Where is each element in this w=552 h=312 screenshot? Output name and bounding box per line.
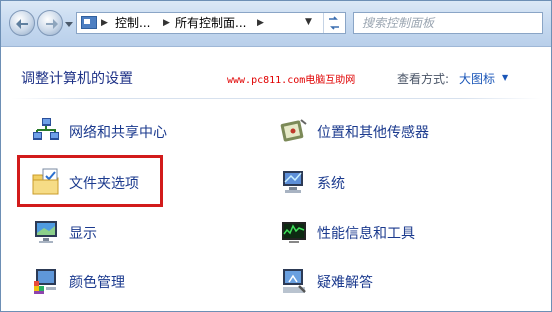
item-color-management[interactable]: 颜色管理 [31, 266, 161, 296]
item-troubleshooting[interactable]: 疑难解答 [279, 266, 419, 296]
address-dropdown-icon[interactable]: ▼ [305, 17, 312, 27]
item-display[interactable]: 显示 [31, 217, 141, 247]
breadcrumb-separator-icon[interactable]: ▶ [257, 16, 264, 30]
item-label: 颜色管理 [69, 275, 125, 291]
item-label: 疑难解答 [317, 275, 373, 291]
breadcrumb-control-panel[interactable]: 控制... [115, 16, 150, 30]
refresh-icon [329, 16, 339, 30]
item-label: 显示 [69, 226, 97, 242]
item-system[interactable]: 系统 [279, 167, 399, 197]
view-by-label: 查看方式: [397, 72, 450, 86]
item-performance-tools[interactable]: 性能信息和工具 [279, 217, 459, 247]
page-title: 调整计算机的设置 [21, 71, 133, 87]
troubleshooting-icon [283, 269, 306, 293]
performance-icon [282, 222, 306, 243]
view-by-dropdown-icon[interactable]: ▼ [502, 73, 508, 82]
control-panel-window: ▶ 控制... ▶ 所有控制面... ▶ ▼ 搜索控制面板 调整计算机的设置 w… [0, 0, 552, 312]
breadcrumb-separator-icon[interactable]: ▶ [163, 16, 170, 30]
view-by-selector[interactable]: 大图标 [459, 70, 495, 87]
highlight-box [17, 155, 163, 207]
forward-arrow-icon [46, 19, 58, 29]
search-placeholder[interactable]: 搜索控制面板 [362, 16, 434, 30]
item-network-sharing[interactable]: 网络和共享中心 [31, 116, 201, 146]
item-label: 性能信息和工具 [317, 226, 415, 242]
back-button[interactable] [9, 10, 35, 36]
refresh-button[interactable] [323, 13, 345, 33]
back-arrow-icon [16, 19, 28, 29]
address-bar[interactable]: ▶ 控制... ▶ 所有控制面... ▶ ▼ [76, 12, 346, 34]
history-dropdown-icon[interactable] [65, 20, 73, 28]
control-panel-icon [81, 16, 97, 29]
item-location-sensors[interactable]: 位置和其他传感器 [279, 116, 479, 146]
search-box[interactable]: 搜索控制面板 [353, 12, 543, 34]
item-label: 系统 [317, 176, 345, 192]
navigation-toolbar: ▶ 控制... ▶ 所有控制面... ▶ ▼ 搜索控制面板 [1, 1, 551, 47]
network-icon [33, 118, 59, 140]
watermark-text: www.pc811.com电脑互助网 [227, 75, 356, 86]
header-divider [11, 98, 541, 99]
item-label: 位置和其他传感器 [317, 125, 429, 141]
breadcrumb-separator-icon[interactable]: ▶ [101, 16, 108, 30]
color-management-icon [34, 269, 56, 294]
location-sensor-icon [280, 119, 307, 142]
forward-button[interactable] [37, 10, 63, 36]
system-icon [283, 171, 303, 193]
breadcrumb-all-items[interactable]: 所有控制面... [175, 16, 246, 30]
display-icon [35, 221, 57, 243]
item-label: 网络和共享中心 [69, 125, 167, 141]
